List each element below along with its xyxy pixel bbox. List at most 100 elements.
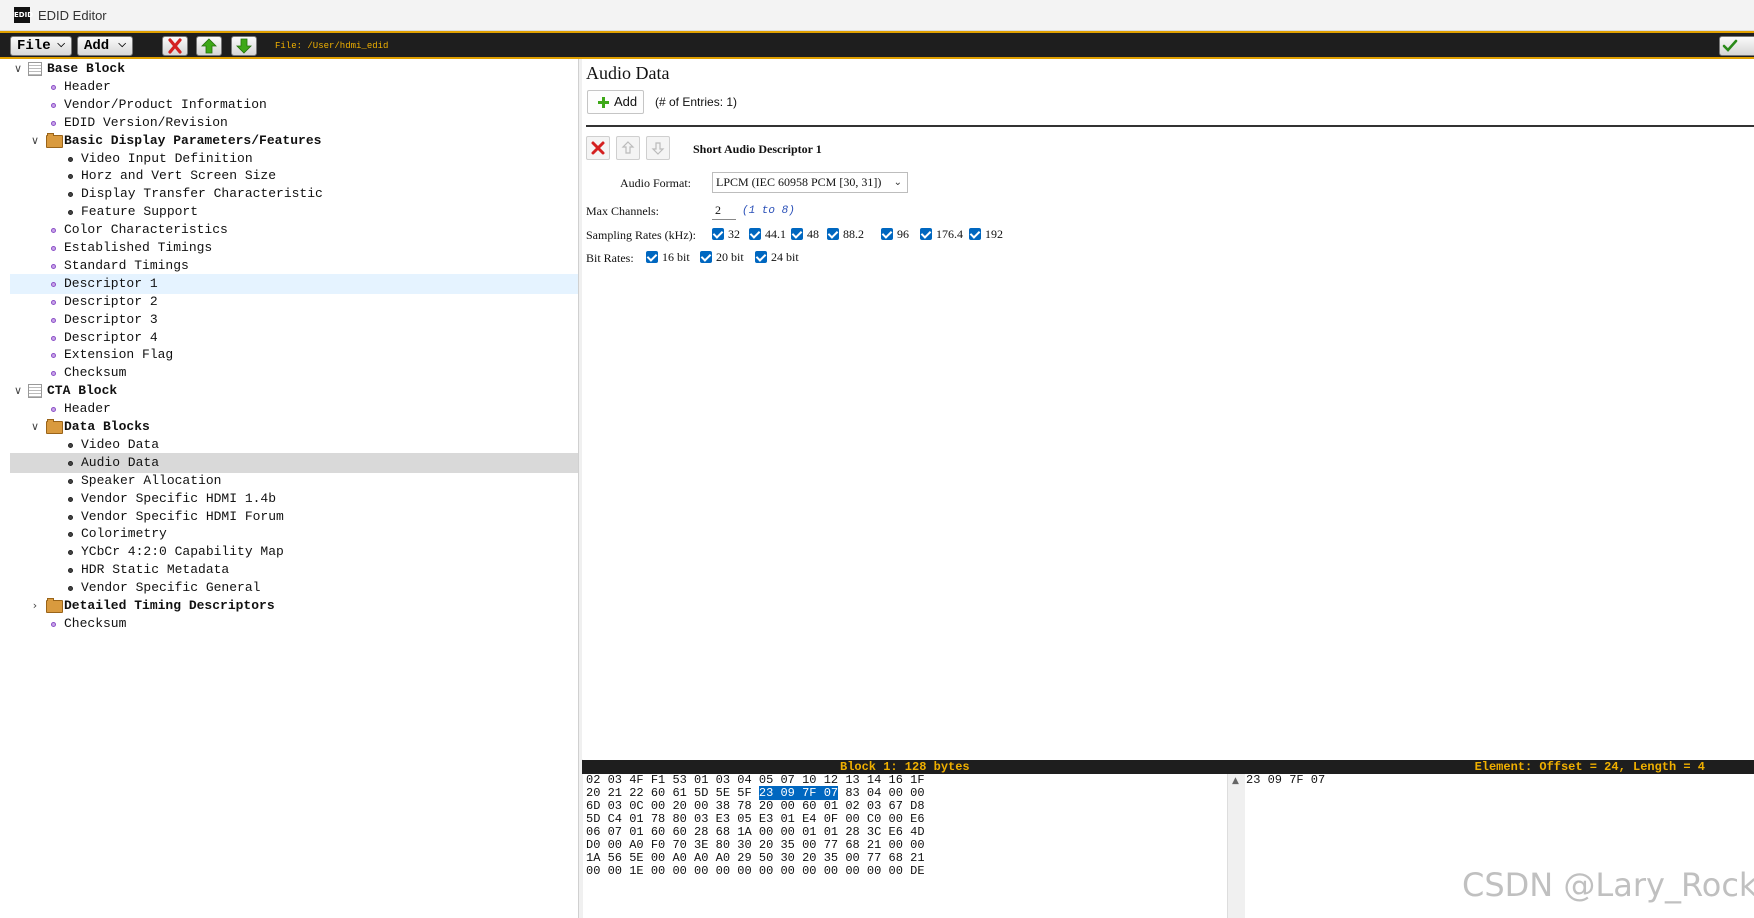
hex-byte[interactable]: A0 [629, 838, 643, 852]
audio-format-select[interactable]: LPCM (IEC 60958 PCM [30, 31]) ⌄ [712, 172, 908, 193]
hex-byte[interactable]: 00 [889, 786, 903, 800]
checkbox[interactable]: 24 bit [755, 249, 799, 265]
move-descriptor-up-button[interactable] [616, 136, 640, 160]
hex-byte[interactable]: 10 [802, 773, 816, 787]
hex-byte[interactable]: 7F [802, 786, 817, 800]
hex-byte[interactable]: 1A [586, 851, 600, 865]
hex-byte[interactable]: 16 [889, 773, 903, 787]
checkbox-checked-icon[interactable] [969, 228, 981, 240]
checkbox-checked-icon[interactable] [700, 251, 712, 263]
delete-button[interactable] [162, 36, 188, 56]
hex-byte[interactable]: 01 [694, 773, 708, 787]
hex-byte[interactable]: F0 [651, 838, 665, 852]
hex-byte[interactable]: 00 [802, 838, 816, 852]
checkbox-checked-icon[interactable] [646, 251, 658, 263]
hex-byte[interactable]: 21 [867, 838, 881, 852]
apply-button[interactable] [1719, 36, 1754, 56]
checkbox[interactable]: 176.4 [920, 226, 963, 242]
hex-byte[interactable]: 01 [780, 812, 794, 826]
hex-byte[interactable]: 00 [759, 825, 773, 839]
hex-byte[interactable]: 00 [867, 864, 881, 878]
hex-row[interactable]: 00 00 1E 00 00 00 00 00 00 00 00 00 00 0… [586, 865, 1226, 878]
hex-byte[interactable]: 35 [824, 851, 838, 865]
hex-byte[interactable]: 53 [672, 773, 686, 787]
hex-byte[interactable]: C4 [608, 812, 622, 826]
hex-byte[interactable]: 00 [608, 838, 622, 852]
hex-byte[interactable]: 60 [651, 786, 665, 800]
hex-byte[interactable]: 01 [824, 799, 838, 813]
checkbox[interactable]: 192 [969, 226, 1003, 242]
checkbox[interactable]: 48 [791, 226, 819, 242]
hex-byte[interactable]: 04 [867, 786, 881, 800]
hex-byte[interactable]: 56 [608, 851, 622, 865]
tree-item[interactable]: Checksum [10, 614, 578, 634]
hex-byte[interactable]: 68 [845, 838, 859, 852]
delete-descriptor-button[interactable] [586, 136, 610, 160]
hex-byte[interactable]: 21 [910, 851, 924, 865]
checkbox[interactable]: 32 [712, 226, 740, 242]
hex-byte[interactable]: 28 [694, 825, 708, 839]
hex-byte[interactable]: 03 [694, 812, 708, 826]
hex-byte[interactable]: 00 [845, 812, 859, 826]
checkbox[interactable]: 20 bit [700, 249, 744, 265]
hex-byte[interactable]: 20 [672, 799, 686, 813]
hex-byte[interactable]: F1 [651, 773, 665, 787]
hex-byte[interactable]: 00 [737, 864, 751, 878]
checkbox-checked-icon[interactable] [881, 228, 893, 240]
hex-byte[interactable]: E4 [802, 812, 816, 826]
hex-byte[interactable]: 03 [867, 799, 881, 813]
hex-byte[interactable]: 00 [608, 864, 622, 878]
hex-byte[interactable]: D8 [910, 799, 924, 813]
hex-byte[interactable]: A0 [672, 851, 686, 865]
hex-byte[interactable]: 23 [758, 786, 774, 800]
checkbox-checked-icon[interactable] [920, 228, 932, 240]
hex-byte[interactable]: 00 [845, 864, 859, 878]
hex-byte[interactable]: 05 [737, 812, 751, 826]
scroll-up-icon[interactable]: ▲ [1232, 776, 1239, 786]
hex-byte[interactable]: 3E [694, 838, 708, 852]
checkbox[interactable]: 44.1 [749, 226, 786, 242]
hex-byte[interactable]: 20 [759, 799, 773, 813]
hex-byte[interactable]: C0 [867, 812, 881, 826]
hex-byte[interactable]: 78 [737, 799, 751, 813]
hex-byte[interactable]: 00 [889, 838, 903, 852]
checkbox[interactable]: 88.2 [827, 226, 864, 242]
hex-byte[interactable]: 00 [889, 812, 903, 826]
add-menu-button[interactable]: Add ⌵ [77, 36, 133, 56]
hex-byte[interactable]: 00 [651, 799, 665, 813]
hex-byte[interactable]: 68 [716, 825, 730, 839]
checkbox[interactable]: 96 [881, 226, 909, 242]
hex-byte[interactable]: 20 [586, 786, 600, 800]
hex-byte[interactable]: 01 [629, 812, 643, 826]
hex-byte[interactable]: 13 [845, 773, 859, 787]
hex-byte[interactable]: 29 [737, 851, 751, 865]
hex-byte[interactable]: 35 [780, 838, 794, 852]
hex-byte[interactable]: 28 [845, 825, 859, 839]
hex-byte[interactable]: A0 [694, 851, 708, 865]
hex-byte[interactable]: 01 [802, 825, 816, 839]
hex-byte[interactable]: 6D [586, 799, 600, 813]
hex-byte[interactable]: 60 [802, 799, 816, 813]
hex-byte[interactable]: 61 [672, 786, 686, 800]
max-channels-input[interactable]: 2 [712, 201, 736, 220]
move-descriptor-down-button[interactable] [646, 136, 670, 160]
hex-byte[interactable]: 20 [802, 851, 816, 865]
hex-byte[interactable]: 67 [889, 799, 903, 813]
hex-byte[interactable]: 0C [629, 799, 643, 813]
hex-byte[interactable]: 09 [780, 786, 795, 800]
hex-byte[interactable]: D0 [586, 838, 600, 852]
hex-byte[interactable]: 00 [672, 864, 686, 878]
hex-byte[interactable]: 00 [586, 864, 600, 878]
hex-byte[interactable]: 00 [759, 864, 773, 878]
hex-byte[interactable]: 77 [867, 851, 881, 865]
hex-byte[interactable]: 21 [608, 786, 622, 800]
hex-byte[interactable]: 00 [910, 838, 924, 852]
hex-byte[interactable]: 1A [737, 825, 751, 839]
hex-byte[interactable]: 1E [629, 864, 643, 878]
hex-byte[interactable]: 05 [759, 773, 773, 787]
hex-byte[interactable]: 02 [586, 773, 600, 787]
hex-byte[interactable]: E3 [759, 812, 773, 826]
hex-byte[interactable]: 20 [759, 838, 773, 852]
checkbox-checked-icon[interactable] [827, 228, 839, 240]
move-down-button[interactable] [231, 36, 257, 56]
